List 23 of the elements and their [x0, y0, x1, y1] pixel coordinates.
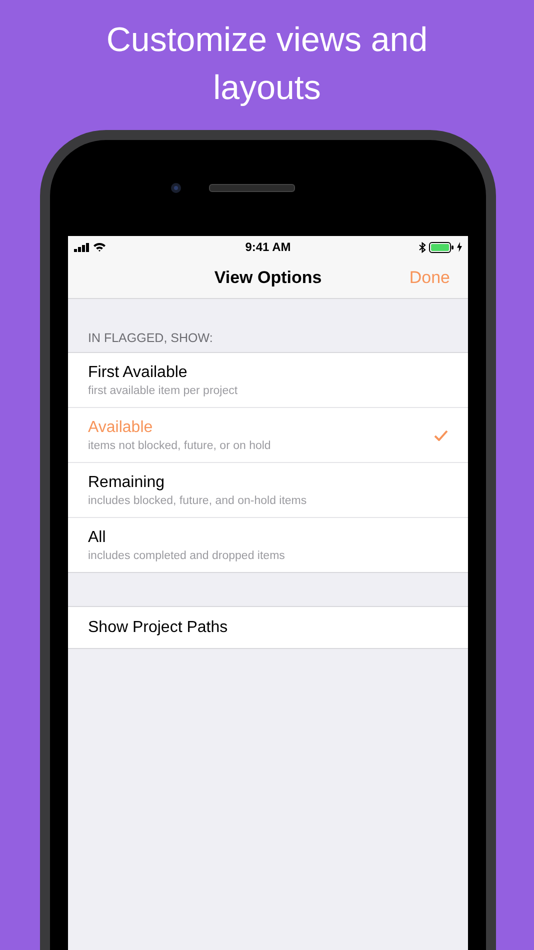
wifi-icon: [93, 242, 106, 252]
option-subtitle: items not blocked, future, or on hold: [88, 440, 271, 452]
charging-icon: [457, 242, 462, 252]
option-subtitle: includes blocked, future, and on-hold items: [88, 494, 307, 506]
option-title: First Available: [88, 364, 188, 382]
option-row[interactable]: All includes completed and dropped items: [68, 518, 468, 572]
battery-icon: [429, 242, 454, 252]
option-title: Remaining: [88, 474, 166, 492]
setting-label[interactable]: Show Project Paths: [88, 618, 228, 636]
option-subtitle: first available item per project: [88, 384, 238, 396]
option-title: All: [88, 528, 107, 546]
option-subtitle: includes completed and dropped items: [88, 550, 285, 562]
nav-title: View Options: [214, 268, 322, 288]
headline: Customize views and layouts: [105, 20, 429, 109]
status-time: 9:41 AM: [245, 240, 291, 254]
checkmark-icon: [434, 430, 448, 440]
camera-icon: [171, 183, 181, 193]
option-title: Available: [88, 418, 154, 436]
option-row[interactable]: First Available first available item per project: [68, 353, 468, 408]
option-row[interactable]: Remaining includes blocked, future, and on-hold items: [68, 463, 468, 518]
signal-icon: [74, 242, 90, 252]
bluetooth-icon: [419, 242, 426, 252]
section-header: IN FLAGGED, SHOW:: [88, 331, 213, 345]
